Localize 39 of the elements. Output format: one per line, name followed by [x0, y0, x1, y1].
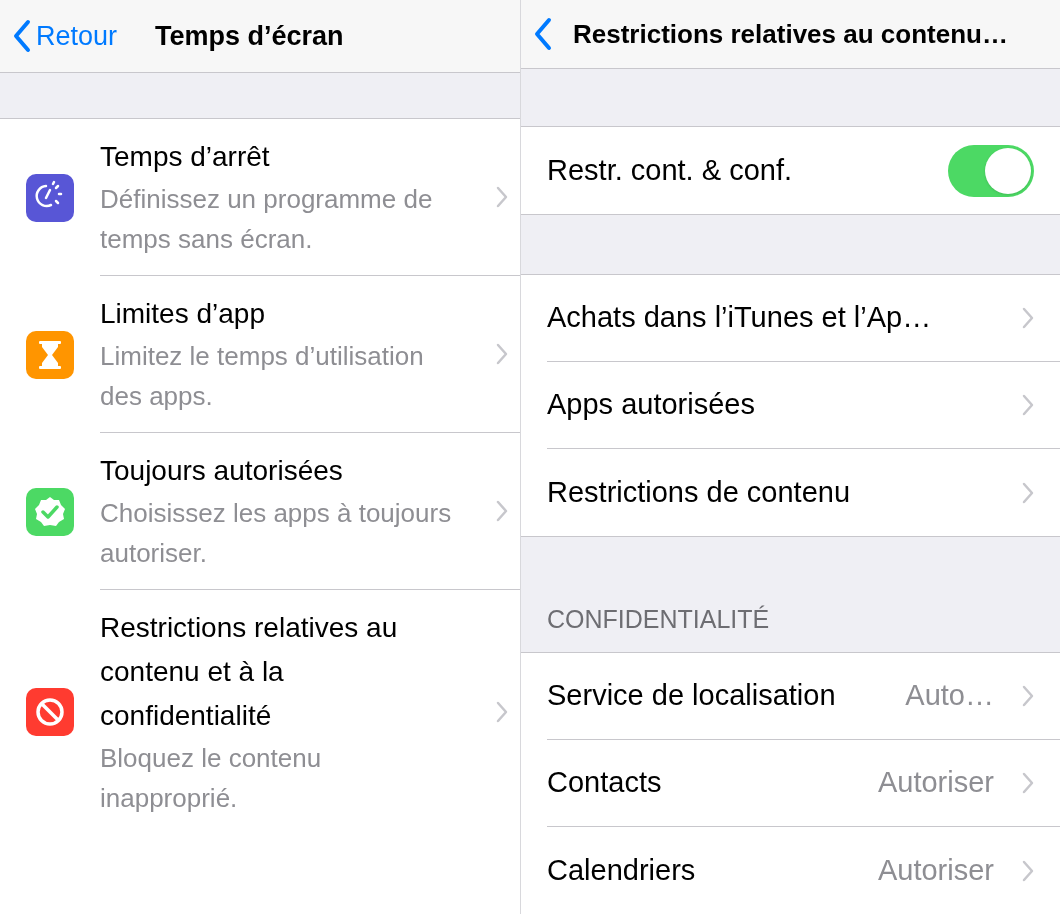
settings-row[interactable]: Restrictions relatives au contenu et à la confidentialité Bloquez le contenu inapproprié.: [0, 590, 520, 834]
chevron-icon: [1022, 394, 1034, 416]
chevron-icon: [496, 343, 508, 365]
chevron-icon: [1022, 481, 1034, 504]
row-label: Service de localisation: [547, 678, 836, 714]
section-header: CONFIDENTIALITÉ: [547, 603, 770, 635]
row-label: Restrictions de contenu: [547, 474, 851, 510]
row-subtitle: Définissez un programme de temps sans écran.: [100, 183, 434, 256]
row-subtitle: Limitez le temps d’utilisation des apps.: [100, 340, 425, 413]
chevron-icon: [1022, 307, 1034, 329]
row-subtitle: Bloquez le contenu inapproprié.: [100, 742, 323, 815]
settings-row[interactable]: Temps d’arrêt Définissez un programme de temps sans écran.: [0, 119, 520, 276]
settings-row[interactable]: Toujours autorisées Choisissez les apps à toujours autoriser.: [0, 433, 520, 590]
row-label: Calendriers: [547, 852, 696, 888]
row-value: Autoriser: [877, 852, 994, 888]
row-label: Restr. cont. & conf.: [547, 152, 792, 188]
settings-row[interactable]: Limites d’app Limitez le temps d’utilisation des apps.: [0, 276, 520, 433]
row-value: Autoriser: [877, 765, 994, 801]
row-label: Contacts: [547, 765, 662, 801]
row-label: Apps autorisées: [547, 387, 755, 423]
back-icon[interactable]: [533, 17, 553, 51]
back-icon[interactable]: [12, 19, 32, 53]
row-title: Temps d’arrêt: [100, 140, 271, 174]
nav-title: Temps d’écran: [155, 19, 344, 53]
row-subtitle: Choisissez les apps à toujours autoriser.: [100, 497, 453, 570]
row-value: Auto…: [905, 678, 994, 714]
chevron-icon: [496, 701, 508, 723]
row-title: Toujours autorisées: [100, 454, 344, 488]
back-button[interactable]: Retour: [12, 15, 118, 57]
chevron-icon: [1022, 859, 1034, 882]
row-title: Restrictions relatives au contenu et à la confidentialité: [100, 611, 399, 733]
toggle-switch[interactable]: [948, 144, 1034, 197]
row-label: Achats dans l’iTunes et l’Ap…: [547, 300, 932, 336]
chevron-icon: [1022, 772, 1034, 794]
chevron-icon: [1022, 685, 1034, 707]
chevron-icon: [496, 500, 508, 522]
nav-title: Restrictions relatives au contenu…: [573, 17, 1008, 51]
row-title: Limites d’app: [100, 297, 266, 331]
chevron-icon: [496, 186, 508, 208]
